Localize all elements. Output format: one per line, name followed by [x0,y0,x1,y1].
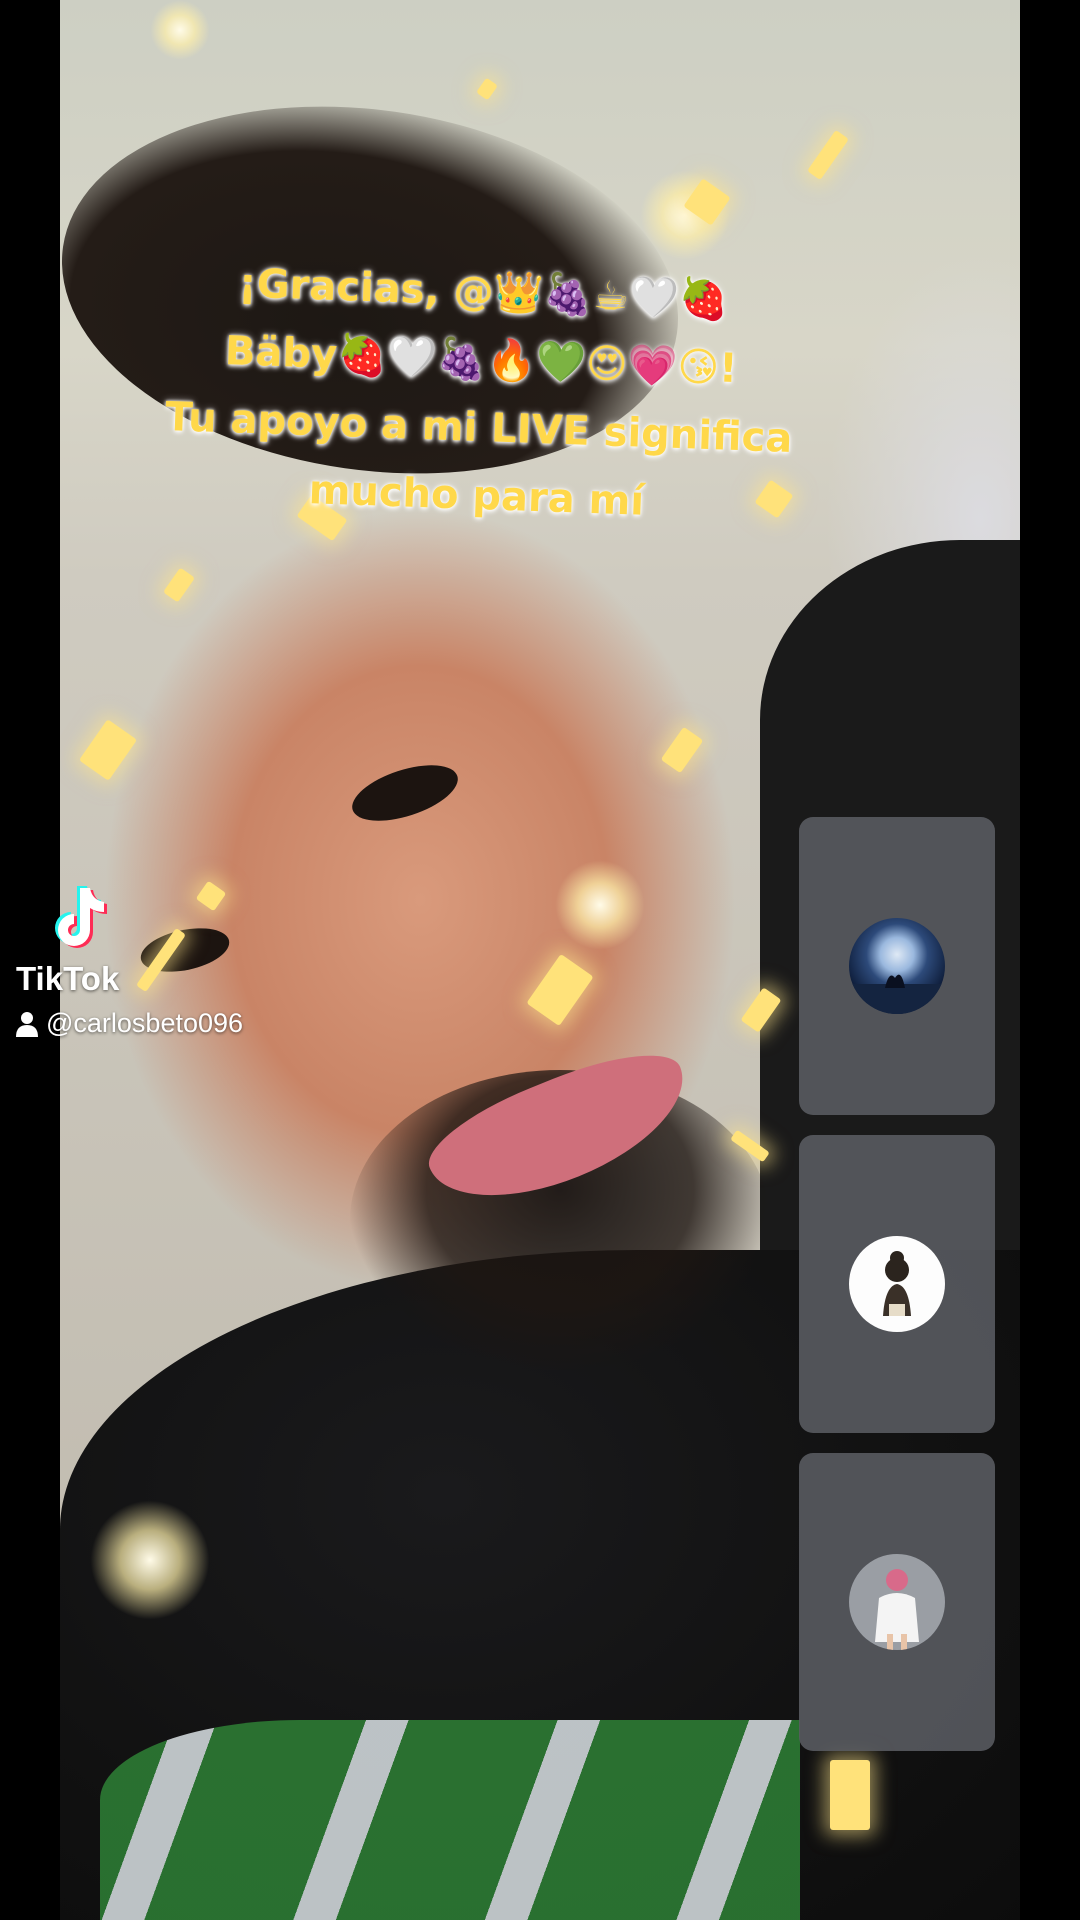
sparkle [555,860,645,950]
sparkle [150,0,210,60]
creator-handle: @carlosbeto096 [16,1008,243,1039]
confetti [660,726,704,774]
moon-couple-avatar [849,918,945,1014]
gift-thanks-caption: ¡Gracias, @👑🍇☕🤍🍓 Bäby🍓🤍🍇🔥💚😍💗😘! Tu apoyo … [155,247,804,541]
left-eye [345,754,465,832]
blanket [100,1720,800,1920]
sparkle [90,1500,210,1620]
confetti [195,880,227,912]
girl-avatar [849,1236,945,1332]
creator-handle-text: @carlosbeto096 [46,1008,244,1038]
guest-panel-3[interactable] [799,1453,995,1751]
tiktok-brand-label: TikTok [16,960,120,997]
confetti [78,719,138,781]
confetti [163,567,195,603]
user-icon [16,1011,38,1037]
guest-panel-2[interactable] [799,1135,995,1433]
confetti [526,953,594,1027]
girl-white-shirt-avatar [849,1554,945,1650]
tiktok-logo-icon [38,878,118,958]
guest-panel-1[interactable] [799,817,995,1115]
confetti [830,1760,870,1830]
confetti [807,129,849,181]
confetti [476,77,498,101]
